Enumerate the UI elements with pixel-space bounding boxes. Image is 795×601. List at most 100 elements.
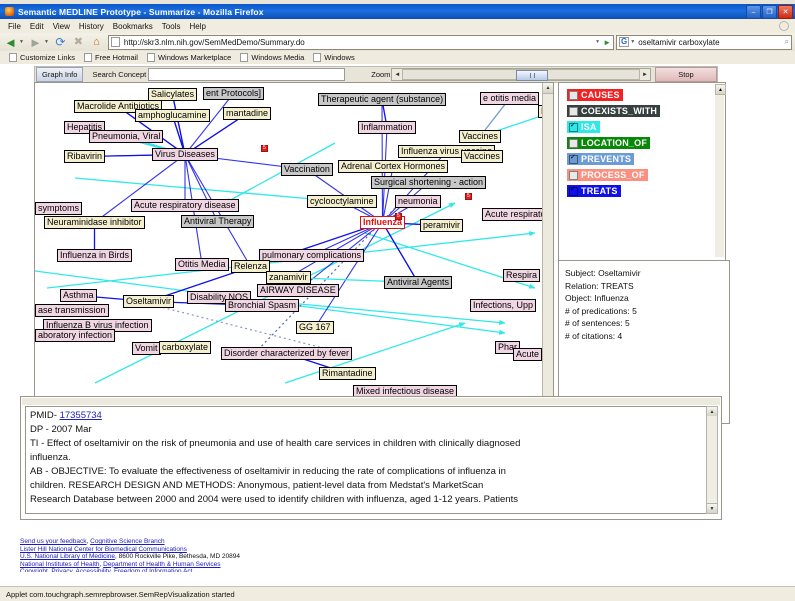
legend-row-treats[interactable]: TREATS — [567, 185, 725, 197]
legend-row-location-of[interactable]: LOCATION_OF — [567, 137, 725, 149]
go-arrow-icon[interactable]: ► — [603, 38, 611, 47]
graph-node[interactable]: GG 167 — [296, 321, 334, 334]
footer-link-legal[interactable]: Copyright, Privacy, Accessibility, Freed… — [20, 568, 192, 572]
graph-node[interactable]: ent Protocols] — [203, 87, 265, 100]
graph-node[interactable]: amphoglucamine — [135, 109, 210, 122]
graph-vertical-scrollbar[interactable]: ▲ ▼ — [542, 83, 553, 411]
legend-checkbox[interactable] — [569, 106, 578, 116]
graph-node[interactable]: Antiviral Agents — [384, 276, 453, 289]
legend-chip[interactable]: PROCESS_OF — [567, 169, 648, 181]
legend-checkbox[interactable] — [569, 138, 578, 148]
footer-link-nih[interactable]: National Institutes of Health — [20, 561, 100, 568]
stop-icon[interactable]: ✖ — [71, 35, 86, 50]
legend-checkbox[interactable] — [569, 185, 578, 196]
forward-dropdown-icon[interactable]: ▼ — [44, 39, 49, 45]
legend-scroll-up-icon[interactable]: ▲ — [715, 84, 726, 95]
back-arrow-icon[interactable]: ◄ — [3, 35, 18, 50]
graph-node[interactable]: zanamivir — [266, 271, 311, 284]
legend-row-causes[interactable]: CAUSES — [567, 89, 725, 101]
minimize-button[interactable]: – — [746, 5, 761, 19]
search-concept-input[interactable] — [148, 68, 346, 81]
menu-file[interactable]: File — [8, 22, 21, 31]
citation-scrollbar[interactable]: ▲ ▼ — [706, 406, 718, 514]
graph-node[interactable]: Pneumonia, Viral — [89, 130, 164, 143]
graph-node[interactable]: symptoms — [35, 202, 83, 215]
graph-node[interactable]: pulmonary complications — [259, 249, 365, 262]
legend-chip[interactable]: CAUSES — [567, 89, 623, 101]
url-dropdown-icon[interactable]: ▼ — [595, 39, 600, 45]
graph-node[interactable]: Vaccination — [281, 163, 333, 176]
back-dropdown-icon[interactable]: ▼ — [19, 39, 24, 45]
graph-node[interactable]: Oseltamivir — [123, 295, 175, 308]
legend-checkbox[interactable] — [569, 90, 578, 100]
legend-chip[interactable]: COEXISTS_WITH — [567, 105, 661, 117]
graph-node[interactable]: Rimantadine — [319, 367, 376, 380]
graph-node[interactable]: Infections, Upp — [470, 299, 537, 312]
legend-row-process-of[interactable]: PROCESS_OF — [567, 169, 725, 181]
graph-node[interactable]: neumonia — [395, 195, 441, 208]
bookmark-free-hotmail[interactable]: Free Hotmail — [84, 53, 138, 62]
graph-node[interactable]: Virus Diseases — [152, 148, 218, 161]
graph-canvas[interactable]: Salicylates ent Protocols] Macrolide Antib… — [34, 82, 554, 412]
footer-link-lhncbc[interactable]: Lister Hill National Center for Biomedic… — [20, 546, 187, 553]
legend-row-coexists-with[interactable]: COEXISTS_WITH — [567, 105, 725, 117]
graph-node[interactable]: peramivir — [420, 219, 464, 232]
graph-node[interactable]: Relenza — [231, 260, 271, 273]
legend-checkbox[interactable] — [569, 170, 578, 180]
menu-bookmarks[interactable]: Bookmarks — [113, 22, 153, 31]
zoom-left-arrow-icon[interactable]: ◄ — [392, 72, 402, 78]
graph-node[interactable]: mantadine — [223, 107, 272, 120]
graph-node[interactable]: Vaccines — [459, 130, 501, 143]
zoom-slider-track[interactable] — [402, 69, 641, 81]
graph-node[interactable]: Vomit — [132, 342, 161, 355]
scroll-up-icon[interactable]: ▲ — [543, 83, 553, 94]
pmid-link[interactable]: 17355734 — [60, 410, 102, 421]
zoom-slider-thumb[interactable] — [516, 70, 549, 81]
legend-checkbox[interactable] — [569, 153, 578, 164]
graph-node[interactable]: aboratory infection — [35, 329, 116, 342]
bookmark-windows[interactable]: Windows — [313, 53, 355, 62]
citation-text[interactable]: PMID- 17355734 DP - 2007 Mar TI - Effect… — [25, 406, 708, 514]
graph-node[interactable]: Ribavirin — [64, 150, 106, 163]
graph-node[interactable]: Vaccines — [461, 150, 503, 163]
legend-scrollbar[interactable]: ▲ — [715, 84, 726, 257]
search-input[interactable]: oseltamivir carboxylate — [638, 38, 719, 47]
close-button[interactable]: ✕ — [778, 5, 793, 19]
graph-node[interactable]: Surgical shortening - action — [371, 176, 487, 189]
url-bar[interactable]: http://skr3.nlm.nih.gov/SemMedDemo/Summa… — [107, 34, 614, 50]
graph-node[interactable]: Influenza in Birds — [57, 249, 133, 262]
graph-node[interactable]: AIRWAY DISEASE — [257, 284, 339, 297]
graph-node[interactable]: Respira — [503, 269, 541, 282]
menu-tools[interactable]: Tools — [162, 22, 181, 31]
forward-arrow-icon[interactable]: ► — [28, 35, 43, 50]
legend-chip[interactable]: TREATS — [567, 185, 621, 197]
bookmark-windows-marketplace[interactable]: Windows Marketplace — [146, 53, 231, 62]
zoom-slider[interactable]: ◄ ► — [391, 68, 651, 81]
legend-checkbox[interactable] — [569, 121, 578, 132]
graph-node[interactable]: carboxylate — [159, 341, 212, 354]
graph-node[interactable]: Acute — [513, 348, 543, 361]
maximize-button[interactable]: ❐ — [762, 5, 777, 19]
graph-node[interactable]: Otitis Media — [175, 258, 229, 271]
bookmark-windows-media[interactable]: Windows Media — [240, 53, 304, 62]
graph-node[interactable]: cyclooctylamine — [307, 195, 377, 208]
legend-row-isa[interactable]: ISA — [567, 121, 725, 133]
citation-scroll-up-icon[interactable]: ▲ — [707, 407, 717, 416]
graph-info-button[interactable]: Graph Info — [36, 67, 84, 82]
legend-chip[interactable]: LOCATION_OF — [567, 137, 651, 149]
stop-button[interactable]: Stop — [655, 67, 717, 82]
legend-chip[interactable]: PREVENTS — [567, 153, 635, 165]
graph-node[interactable]: Acute respiratory disease — [131, 199, 239, 212]
reload-icon[interactable]: ⟳ — [53, 35, 68, 50]
search-icon[interactable]: ⌕ — [785, 37, 789, 47]
footer-link-csb[interactable]: Cognitive Science Branch — [90, 538, 164, 545]
footer-link-hhs[interactable]: Department of Health & Human Services — [103, 561, 220, 568]
citation-scroll-down-icon[interactable]: ▼ — [707, 503, 717, 513]
graph-node[interactable]: Bronchial Spasm — [225, 299, 300, 312]
graph-node[interactable]: Adrenal Cortex Hormones — [338, 160, 449, 173]
graph-node[interactable]: ase transmission — [35, 304, 109, 317]
graph-node[interactable]: Disorder characterized by fever — [221, 347, 353, 360]
graph-node[interactable]: Inflammation — [358, 121, 416, 134]
search-engine-icon[interactable]: G — [619, 37, 630, 47]
menu-view[interactable]: View — [53, 22, 70, 31]
